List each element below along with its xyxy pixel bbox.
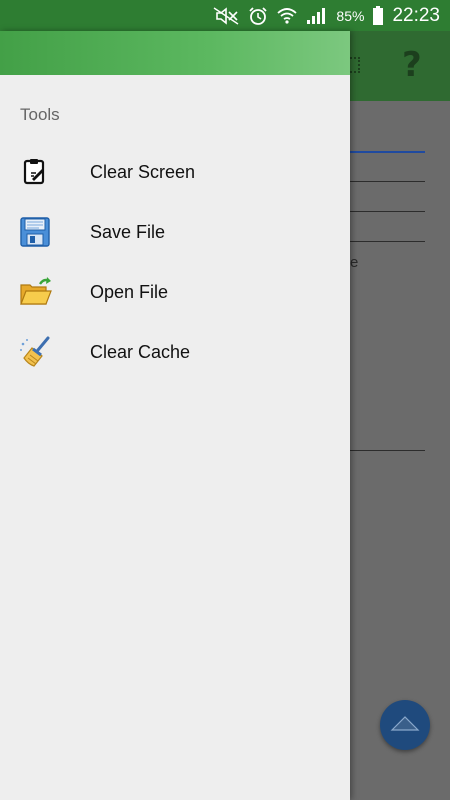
navigation-drawer: Tools Clear Screen Save File Open File C…: [0, 31, 350, 800]
menu-item-clear-screen[interactable]: Clear Screen: [0, 142, 350, 202]
clipboard-icon: [18, 156, 52, 188]
open-folder-icon: [18, 276, 52, 308]
background-text-fragment: e: [350, 254, 359, 271]
menu-item-label: Clear Cache: [90, 341, 191, 362]
alarm-icon: [248, 6, 268, 26]
drawer-header: [0, 31, 350, 75]
menu-item-open-file[interactable]: Open File: [0, 262, 350, 322]
battery-percentage: 85%: [336, 7, 365, 24]
floppy-disk-icon: [18, 216, 52, 248]
menu-item-clear-cache[interactable]: Clear Cache: [0, 322, 350, 382]
scroll-up-button[interactable]: [380, 700, 430, 750]
chevron-up-icon: [390, 714, 420, 737]
signal-icon: [306, 7, 326, 25]
background-divider: [350, 181, 425, 182]
help-icon[interactable]: ?: [402, 45, 422, 85]
background-divider: [350, 211, 425, 212]
status-time: 22:23: [392, 4, 440, 26]
background-divider: [350, 450, 425, 451]
wifi-icon: [276, 6, 298, 26]
menu-item-label: Clear Screen: [90, 161, 196, 182]
menu-item-label: Open File: [90, 281, 169, 302]
menu-item-save-file[interactable]: Save File: [0, 202, 350, 262]
menu-item-label: Save File: [90, 221, 166, 242]
battery-icon: [372, 5, 384, 26]
background-divider: [350, 241, 425, 242]
broom-icon: [18, 336, 52, 368]
background-divider: [350, 151, 425, 153]
status-bar: 85% 22:23: [0, 0, 450, 31]
drawer-section-title: Tools: [20, 105, 60, 124]
drawer-menu: Clear Screen Save File Open File Clear C…: [0, 142, 350, 382]
mute-icon: [212, 6, 240, 25]
